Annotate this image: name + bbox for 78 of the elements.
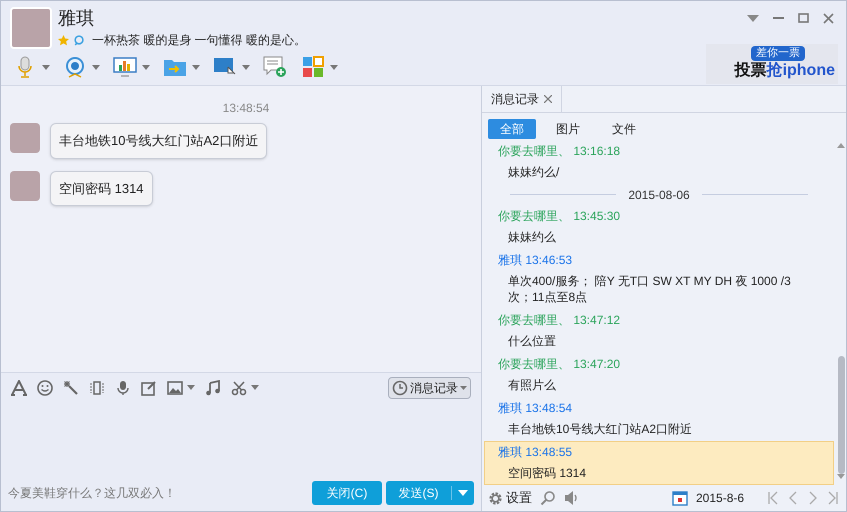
close-icon[interactable] — [823, 12, 834, 24]
maximize-icon[interactable] — [798, 13, 809, 23]
calendar-icon[interactable] — [672, 490, 688, 506]
music-note-icon[interactable] — [205, 380, 221, 396]
dropdown-caret-icon[interactable] — [42, 64, 50, 70]
sender-time: 雅琪 13:48:54 — [498, 400, 574, 417]
settings-button[interactable]: 设置 — [488, 488, 532, 508]
edit-icon[interactable] — [141, 380, 157, 396]
contact-name: 雅琪 — [58, 7, 95, 29]
history-message: 什么位置 — [507, 333, 557, 350]
sender-time: 你要去哪里、 13:45:30 — [498, 208, 622, 225]
smiley-icon[interactable] — [37, 380, 53, 396]
swirl-icon — [73, 34, 84, 46]
font-icon[interactable] — [11, 380, 27, 396]
dropdown-caret-icon[interactable] — [192, 64, 200, 70]
dropdown-caret-icon[interactable] — [330, 64, 338, 70]
history-entry[interactable]: 你要去哪里、 13:47:20 有照片么 — [484, 353, 834, 397]
dropdown-caret-icon[interactable] — [251, 385, 259, 390]
avatar[interactable] — [10, 7, 52, 49]
timestamp: 13:48:54 — [222, 100, 270, 117]
history-message: 有照片么 — [507, 377, 557, 394]
tab-label: 消息记录 — [491, 91, 539, 108]
history-entry[interactable]: 雅琪 13:48:55 空间密码 1314 — [484, 441, 834, 485]
history-entry[interactable]: 雅琪 13:48:54 丰台地铁10号线大红门站A2口附近 — [484, 397, 834, 441]
ad-banner[interactable]: 差你一票 投票抢iphone — [706, 44, 838, 84]
sender-time: 雅琪 13:46:53 — [498, 252, 574, 269]
filter-tab[interactable]: 全部 — [488, 119, 536, 139]
filter-tab[interactable]: 图片 — [544, 119, 592, 139]
history-message: 妹妹约么/ — [507, 164, 560, 181]
dropdown-caret-icon[interactable] — [142, 64, 150, 70]
filter-tab[interactable]: 文件 — [600, 119, 648, 139]
search-icon[interactable] — [540, 490, 556, 506]
date-picker[interactable]: 2015-8-6 — [696, 489, 744, 507]
star-icon — [58, 34, 69, 46]
dropdown-caret-icon[interactable] — [747, 14, 759, 22]
image-icon[interactable] — [167, 380, 183, 396]
history-tab[interactable]: 消息记录 — [482, 86, 562, 112]
scroll-up-icon[interactable] — [837, 143, 845, 148]
dropdown-caret-icon[interactable] — [92, 64, 100, 70]
scissors-icon[interactable] — [231, 380, 247, 396]
history-entry[interactable]: 雅琪 13:46:53 单次400/服务； 陪Y 无T口 SW XT MY DH 夜 1000 /3次；11点至8点 — [484, 249, 834, 309]
chat-add-icon[interactable] — [262, 54, 288, 80]
sender-time: 雅琪 13:48:55 — [498, 444, 574, 461]
history-message: 妹妹约么 — [507, 229, 557, 246]
message-bubble: 丰台地铁10号线大红门站A2口附近 — [50, 123, 268, 158]
first-page-icon[interactable] — [768, 491, 778, 505]
history-message: 丰台地铁10号线大红门站A2口附近 — [507, 421, 694, 438]
close-icon[interactable] — [544, 95, 552, 103]
magic-wand-icon[interactable] — [63, 380, 79, 396]
vibrate-icon[interactable] — [89, 380, 105, 396]
history-entry[interactable]: 你要去哪里、 13:16:18 妹妹约么/ — [484, 140, 834, 184]
sender-time: 你要去哪里、 13:47:12 — [498, 312, 622, 329]
history-message: 单次400/服务； 陪Y 无T口 SW XT MY DH 夜 1000 /3次；11点至8点 — [507, 273, 792, 306]
sender-time: 你要去哪里、 13:16:18 — [498, 143, 622, 160]
history-entry[interactable]: 你要去哪里、 13:45:30 妹妹约么 — [484, 205, 834, 249]
signature: 一杯热茶 暖的是身 一句懂得 暖的是心。 — [92, 32, 306, 49]
sender-time: 你要去哪里、 13:47:20 — [498, 356, 622, 373]
next-icon[interactable] — [808, 491, 818, 505]
previous-icon[interactable] — [788, 491, 798, 505]
ad-text: 抢iphone — [766, 61, 835, 81]
history-entry[interactable]: 你要去哪里、 13:47:12 什么位置 — [484, 309, 834, 353]
ad-badge: 差你一票 — [751, 46, 805, 61]
clock-icon — [392, 380, 408, 396]
message-bubble: 空间密码 1314 — [50, 170, 153, 206]
minimize-icon[interactable] — [773, 16, 784, 20]
settings-icon — [488, 490, 503, 506]
microphone-icon[interactable] — [115, 380, 131, 396]
promo-link[interactable]: 今夏美鞋穿什么？这几双必入！ — [8, 484, 176, 502]
last-page-icon[interactable] — [828, 491, 838, 505]
apps-grid-icon[interactable] — [300, 54, 326, 80]
avatar[interactable] — [10, 170, 40, 200]
history-message: 空间密码 1314 — [507, 465, 588, 482]
history-button[interactable]: 消息记录 — [388, 376, 471, 398]
dropdown-caret-icon[interactable] — [187, 385, 195, 390]
ad-text: 投票 — [734, 61, 767, 81]
caret-icon — [460, 386, 467, 390]
date-separator: 2015-08-06 — [628, 186, 690, 204]
dropdown-caret-icon[interactable] — [242, 64, 250, 70]
